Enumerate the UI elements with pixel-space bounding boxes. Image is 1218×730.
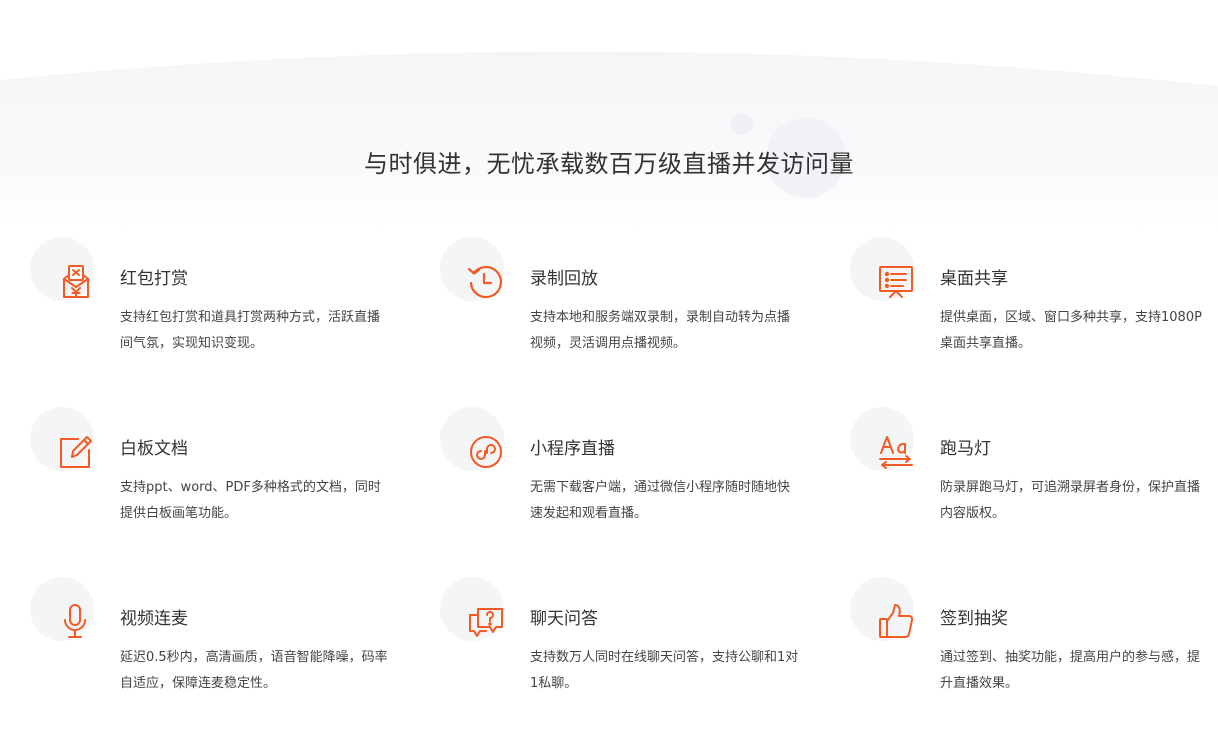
feature-video-link: 视频连麦 延迟0.5秒内，高清画质，语音智能降噪，码率自适应，保障连麦稳定性。 bbox=[30, 577, 390, 717]
feature-section: 与时俱进，无忧承载数百万级直播并发访问量 红包打赏 支持红包打赏和道具打赏两种方… bbox=[0, 0, 1218, 730]
feature-description: 支持本地和服务端双录制，录制自动转为点播视频，灵活调用点播视频。 bbox=[530, 310, 791, 351]
feature-description: 提供桌面，区域、窗口多种共享，支持1080P桌面共享直播。 bbox=[940, 310, 1202, 351]
chat-question-icon bbox=[466, 601, 506, 641]
section-headline: 与时俱进，无忧承载数百万级直播并发访问量 bbox=[364, 150, 854, 178]
feature-chat-qa: 聊天问答 支持数万人同时在线聊天问答，支持公聊和1对1私聊。 bbox=[440, 577, 800, 717]
feature-description: 支持数万人同时在线聊天问答，支持公聊和1对1私聊。 bbox=[530, 650, 799, 691]
feature-replay: 录制回放 支持本地和服务端双录制，录制自动转为点播视频，灵活调用点播视频。 bbox=[440, 237, 800, 377]
whiteboard-edit-icon bbox=[56, 431, 96, 471]
marquee-text-icon bbox=[876, 431, 916, 471]
feature-checkin-lottery: 签到抽奖 通过签到、抽奖功能，提高用户的参与感，提升直播效果。 bbox=[850, 577, 1210, 717]
feature-title: 视频连麦 bbox=[120, 609, 188, 629]
feature-title: 小程序直播 bbox=[530, 439, 615, 459]
decor-circle-small bbox=[731, 113, 753, 135]
red-envelope-icon bbox=[56, 261, 96, 301]
feature-red-envelope: 红包打赏 支持红包打赏和道具打赏两种方式，活跃直播间气氛，实现知识变现。 bbox=[30, 237, 390, 377]
feature-title: 跑马灯 bbox=[940, 439, 991, 459]
feature-title: 白板文档 bbox=[120, 439, 188, 459]
feature-mini-program: 小程序直播 无需下载客户端，通过微信小程序随时随地快速发起和观看直播。 bbox=[440, 407, 800, 547]
feature-desktop-share: 桌面共享 提供桌面，区域、窗口多种共享，支持1080P桌面共享直播。 bbox=[850, 237, 1210, 377]
replay-clock-icon bbox=[466, 261, 506, 301]
feature-description: 通过签到、抽奖功能，提高用户的参与感，提升直播效果。 bbox=[940, 650, 1201, 691]
feature-title: 桌面共享 bbox=[940, 269, 1008, 289]
feature-title: 红包打赏 bbox=[120, 269, 188, 289]
presentation-board-icon bbox=[876, 261, 916, 301]
feature-description: 延迟0.5秒内，高清画质，语音智能降噪，码率自适应，保障连麦稳定性。 bbox=[120, 650, 388, 691]
mini-program-icon bbox=[466, 431, 506, 471]
header-background bbox=[0, 51, 1218, 230]
feature-whiteboard: 白板文档 支持ppt、word、PDF多种格式的文档，同时提供白板画笔功能。 bbox=[30, 407, 390, 547]
feature-description: 支持红包打赏和道具打赏两种方式，活跃直播间气氛，实现知识变现。 bbox=[120, 310, 381, 351]
feature-title: 聊天问答 bbox=[530, 609, 598, 629]
feature-description: 支持ppt、word、PDF多种格式的文档，同时提供白板画笔功能。 bbox=[120, 480, 381, 521]
microphone-icon bbox=[56, 601, 96, 641]
feature-title: 签到抽奖 bbox=[940, 609, 1008, 629]
feature-description: 防录屏跑马灯，可追溯录屏者身份，保护直播内容版权。 bbox=[940, 480, 1201, 521]
feature-title: 录制回放 bbox=[530, 269, 598, 289]
feature-description: 无需下载客户端，通过微信小程序随时随地快速发起和观看直播。 bbox=[530, 480, 791, 521]
feature-marquee: 跑马灯 防录屏跑马灯，可追溯录屏者身份，保护直播内容版权。 bbox=[850, 407, 1210, 547]
thumbs-up-icon bbox=[876, 601, 916, 641]
